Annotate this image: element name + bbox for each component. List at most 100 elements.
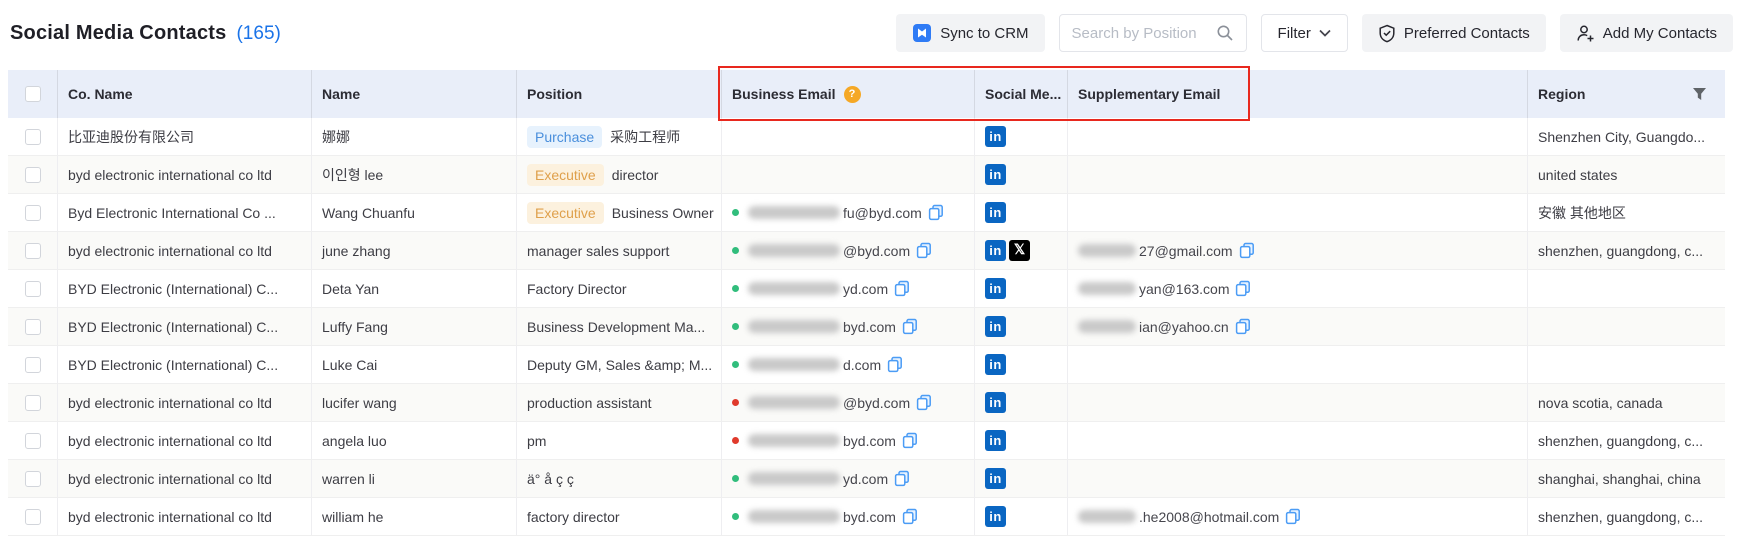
copy-icon[interactable] — [902, 432, 918, 449]
linkedin-icon[interactable]: in — [985, 354, 1006, 375]
copy-icon[interactable] — [894, 470, 910, 487]
add-contact-icon — [1576, 24, 1595, 43]
supplementary-email-text: 27@gmail.com — [1139, 243, 1233, 259]
row-checkbox-cell — [8, 346, 58, 383]
social-media-cell: in — [975, 118, 1068, 155]
linkedin-icon[interactable]: in — [985, 240, 1006, 261]
row-checkbox[interactable] — [25, 167, 41, 183]
row-checkbox[interactable] — [25, 243, 41, 259]
copy-icon[interactable] — [916, 394, 932, 411]
row-checkbox[interactable] — [25, 205, 41, 221]
linkedin-icon[interactable]: in — [985, 126, 1006, 147]
linkedin-icon[interactable]: in — [985, 278, 1006, 299]
table-row: BYD Electronic (International) C...Luffy… — [8, 308, 1725, 346]
row-checkbox[interactable] — [25, 509, 41, 525]
select-all-checkbox[interactable] — [25, 86, 41, 102]
business-email-cell — [722, 118, 975, 155]
copy-icon[interactable] — [1235, 280, 1251, 297]
copy-icon[interactable] — [894, 280, 910, 297]
contact-name-cell: Luffy Fang — [312, 308, 517, 345]
table-header-row: Co. Name Name Position Business Email ? … — [8, 70, 1725, 118]
linkedin-icon[interactable]: in — [985, 316, 1006, 337]
supplementary-email-cell: yan@163.com — [1068, 270, 1528, 307]
copy-icon[interactable] — [902, 508, 918, 525]
search-icon[interactable] — [1216, 24, 1234, 42]
company-name-cell: byd electronic international co ltd — [58, 498, 312, 535]
linkedin-icon[interactable]: in — [985, 430, 1006, 451]
copy-icon[interactable] — [928, 204, 944, 221]
masked-email-part — [748, 358, 840, 371]
contact-name-cell: warren li — [312, 460, 517, 497]
search-input[interactable] — [1072, 25, 1216, 42]
copy-icon[interactable] — [887, 356, 903, 373]
social-media-cell: in — [975, 460, 1068, 497]
masked-email-part — [748, 244, 840, 257]
email-status-dot — [732, 475, 739, 482]
table-row: 比亚迪股份有限公司娜娜Purchase采购工程师inShenzhen City,… — [8, 118, 1725, 156]
email-status-dot — [732, 513, 739, 520]
linkedin-icon[interactable]: in — [985, 164, 1006, 185]
header-checkbox-cell — [8, 70, 58, 118]
linkedin-icon[interactable]: in — [985, 202, 1006, 223]
linkedin-icon[interactable]: in — [985, 392, 1006, 413]
region-filter-funnel-icon[interactable] — [1692, 87, 1717, 101]
add-my-contacts-button[interactable]: Add My Contacts — [1560, 14, 1733, 52]
social-media-cell: in — [975, 156, 1068, 193]
copy-icon[interactable] — [902, 318, 918, 335]
supplementary-email-cell: .he2008@hotmail.com — [1068, 498, 1528, 535]
business-email-cell: d.com — [722, 346, 975, 383]
filter-button[interactable]: Filter — [1261, 14, 1348, 52]
header-co-name: Co. Name — [58, 70, 312, 118]
social-media-cell: in — [975, 270, 1068, 307]
business-email-cell: fu@byd.com — [722, 194, 975, 231]
contact-name-cell: 이인형 lee — [312, 156, 517, 193]
linkedin-icon[interactable]: in — [985, 468, 1006, 489]
copy-icon[interactable] — [1235, 318, 1251, 335]
masked-email-part — [1078, 510, 1136, 523]
row-checkbox[interactable] — [25, 433, 41, 449]
position-tag: Executive — [527, 164, 604, 186]
supplementary-email-cell: 27@gmail.com — [1068, 232, 1528, 269]
row-checkbox[interactable] — [25, 357, 41, 373]
region-cell — [1528, 270, 1725, 307]
row-checkbox[interactable] — [25, 319, 41, 335]
region-cell: 安徽 其他地区 — [1528, 194, 1725, 231]
position-cell: factory director — [517, 498, 722, 535]
table-row: byd electronic international co ltdwarre… — [8, 460, 1725, 498]
position-tag: Purchase — [527, 126, 602, 148]
position-cell: manager sales support — [517, 232, 722, 269]
business-email-text: byd.com — [843, 433, 896, 449]
help-icon[interactable]: ? — [844, 86, 861, 103]
copy-icon[interactable] — [1285, 508, 1301, 525]
row-checkbox[interactable] — [25, 395, 41, 411]
row-checkbox[interactable] — [25, 129, 41, 145]
row-checkbox[interactable] — [25, 471, 41, 487]
row-checkbox-cell — [8, 384, 58, 421]
chevron-down-icon — [1319, 29, 1331, 37]
preferred-contacts-button[interactable]: Preferred Contacts — [1362, 14, 1546, 52]
supplementary-email-cell — [1068, 156, 1528, 193]
header-social-media: Social Me... — [975, 70, 1068, 118]
company-name-cell: 比亚迪股份有限公司 — [58, 118, 312, 155]
sync-to-crm-button[interactable]: Sync to CRM — [896, 14, 1044, 52]
row-checkbox[interactable] — [25, 281, 41, 297]
header-name: Name — [312, 70, 517, 118]
business-email-cell: byd.com — [722, 422, 975, 459]
masked-email-part — [748, 434, 840, 447]
contact-name-cell: angela luo — [312, 422, 517, 459]
copy-icon[interactable] — [916, 242, 932, 259]
social-media-cell: in𝕏 — [975, 232, 1068, 269]
copy-icon[interactable] — [1239, 242, 1255, 259]
row-checkbox-cell — [8, 308, 58, 345]
row-checkbox-cell — [8, 156, 58, 193]
linkedin-icon[interactable]: in — [985, 506, 1006, 527]
supplementary-email-cell — [1068, 346, 1528, 383]
x-twitter-icon[interactable]: 𝕏 — [1009, 240, 1030, 261]
supplementary-email-cell — [1068, 422, 1528, 459]
business-email-cell: @byd.com — [722, 232, 975, 269]
email-status-dot — [732, 285, 739, 292]
contact-name-cell: william he — [312, 498, 517, 535]
supplementary-email-cell — [1068, 460, 1528, 497]
table-body: 比亚迪股份有限公司娜娜Purchase采购工程师inShenzhen City,… — [8, 118, 1725, 536]
position-cell: Executivedirector — [517, 156, 722, 193]
